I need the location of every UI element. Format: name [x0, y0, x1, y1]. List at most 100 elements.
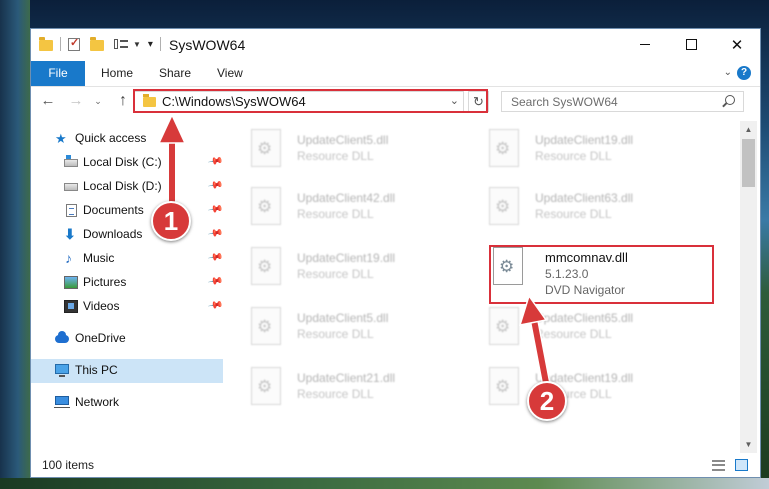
pin-icon[interactable]: 📌 — [207, 201, 224, 217]
toolbar-separator — [159, 37, 161, 51]
sidebar-item-local-disk-c[interactable]: Local Disk (C:) 📌 — [31, 151, 223, 175]
sidebar-item-label: OneDrive — [75, 331, 126, 345]
recent-locations-button[interactable]: ⌄ — [89, 92, 107, 110]
close-icon: ✕ — [730, 36, 744, 54]
back-button[interactable]: ← — [39, 92, 57, 110]
search-icon[interactable] — [725, 95, 735, 105]
folder-icon[interactable] — [39, 36, 53, 51]
file-name: UpdateClient19.dll — [297, 251, 396, 265]
file-item[interactable]: UpdateClient42.dll Resource DLL — [225, 185, 455, 241]
customize-toolbar-icon[interactable]: ▾ — [148, 39, 153, 50]
dll-file-icon — [489, 307, 519, 345]
file-item[interactable]: UpdateClient65.dll Resource DLL — [463, 305, 693, 361]
pin-icon[interactable]: 📌 — [207, 249, 224, 265]
pin-icon[interactable]: 📌 — [207, 177, 224, 193]
file-item[interactable]: UpdateClient21.dll Resource DLL — [225, 365, 455, 421]
sidebar-item-local-disk-d[interactable]: Local Disk (D:) 📌 — [31, 175, 223, 199]
toolbar-separator — [60, 37, 61, 51]
pin-icon[interactable]: 📌 — [207, 273, 224, 289]
maximize-icon — [685, 39, 697, 50]
file-type: Resource DLL — [297, 387, 374, 401]
quick-access-toolbar: ▼ ▾ — [39, 36, 164, 51]
navigation-bar: ← → ⌄ ↑ C:\Windows\SysWOW64 ⌄ ↻ Search S… — [31, 87, 760, 117]
file-explorer-window: ▼ ▾ SysWOW64 ✕ File Home Share View ⌄ ? … — [30, 28, 761, 478]
sidebar-item-pictures[interactable]: Pictures 📌 — [31, 271, 223, 295]
search-placeholder: Search SysWOW64 — [511, 95, 618, 109]
sidebar-item-music[interactable]: ♪ Music 📌 — [31, 247, 223, 271]
sidebar-item-onedrive[interactable]: OneDrive — [31, 327, 223, 351]
desktop-background — [0, 0, 30, 489]
file-item[interactable]: UpdateClient63.dll Resource DLL — [463, 185, 693, 241]
file-item[interactable]: UpdateClient19.dll Resource DLL — [463, 365, 693, 421]
file-item[interactable]: UpdateClient19.dll Resource DLL — [225, 245, 455, 301]
file-name: UpdateClient65.dll — [535, 311, 634, 325]
search-input[interactable]: Search SysWOW64 — [501, 91, 744, 112]
dll-file-icon — [251, 307, 281, 345]
sidebar-item-label: Network — [75, 395, 120, 409]
step-badge-1: 1 — [151, 201, 191, 241]
downloads-icon: ⬇ — [64, 226, 76, 242]
expand-ribbon-icon[interactable]: ⌄ — [724, 67, 732, 78]
scroll-up-icon[interactable]: ▲ — [740, 121, 757, 138]
navigation-pane: ★ Quick access Local Disk (C:) 📌 Local D… — [31, 121, 223, 453]
file-item[interactable]: UpdateClient5.dll Resource DLL — [225, 127, 455, 183]
sidebar-item-label: Music — [83, 251, 115, 265]
window-title: SysWOW64 — [169, 37, 246, 53]
tab-share[interactable]: Share — [147, 61, 203, 86]
view-layout-icon[interactable] — [114, 38, 128, 50]
tab-home[interactable]: Home — [89, 61, 145, 86]
tab-file[interactable]: File — [31, 61, 85, 86]
sidebar-item-label: Pictures — [83, 275, 127, 289]
sidebar-item-label: Videos — [83, 299, 120, 313]
details-view-icon[interactable] — [712, 460, 725, 471]
file-type: Resource DLL — [535, 327, 612, 341]
new-folder-icon[interactable] — [90, 36, 104, 51]
pin-icon[interactable]: 📌 — [207, 297, 224, 313]
forward-button[interactable]: → — [67, 92, 85, 110]
desktop-background-bottom — [0, 478, 769, 489]
dll-file-icon — [251, 187, 281, 225]
file-item[interactable]: UpdateClient5.dll Resource DLL — [225, 305, 455, 361]
file-name: UpdateClient5.dll — [297, 133, 389, 147]
dll-file-icon — [489, 129, 519, 167]
vertical-scrollbar[interactable]: ▲ ▼ — [740, 121, 757, 453]
scroll-down-icon[interactable]: ▼ — [740, 436, 757, 453]
documents-icon — [66, 204, 77, 217]
address-path[interactable]: C:\Windows\SysWOW64 — [162, 94, 306, 109]
pin-icon[interactable]: 📌 — [207, 225, 224, 241]
file-type: Resource DLL — [297, 327, 374, 341]
file-name: UpdateClient5.dll — [297, 311, 389, 325]
sidebar-item-quick-access[interactable]: ★ Quick access — [31, 127, 223, 151]
refresh-button[interactable]: ↻ — [468, 91, 489, 112]
sidebar-item-label: Documents — [83, 203, 144, 217]
tab-view[interactable]: View — [205, 61, 255, 86]
drive-c-icon — [64, 155, 78, 167]
sidebar-item-downloads[interactable]: ⬇ Downloads 📌 — [31, 223, 223, 247]
sidebar-item-videos[interactable]: Videos 📌 — [31, 295, 223, 319]
maximize-button[interactable] — [668, 29, 714, 60]
help-icon[interactable]: ? — [737, 66, 751, 80]
sidebar-item-network[interactable]: Network — [31, 391, 223, 415]
sidebar-item-label: Local Disk (C:) — [83, 155, 162, 169]
dll-file-icon — [251, 367, 281, 405]
sidebar-item-documents[interactable]: Documents 📌 — [31, 199, 223, 223]
file-item[interactable]: UpdateClient19.dll Resource DLL — [463, 127, 693, 183]
this-pc-icon — [55, 364, 69, 377]
sidebar-item-label: Local Disk (D:) — [83, 179, 162, 193]
chevron-down-icon[interactable]: ⌄ — [450, 94, 459, 107]
large-icons-view-icon[interactable] — [735, 459, 748, 471]
up-button[interactable]: ↑ — [114, 92, 132, 110]
scroll-thumb[interactable] — [742, 139, 755, 187]
videos-icon — [64, 300, 78, 313]
properties-icon[interactable] — [68, 36, 80, 51]
star-icon: ★ — [55, 131, 67, 146]
close-button[interactable]: ✕ — [714, 29, 760, 60]
title-bar: ▼ ▾ SysWOW64 ✕ — [31, 29, 760, 61]
address-bar[interactable]: C:\Windows\SysWOW64 ⌄ — [134, 91, 464, 112]
pin-icon[interactable]: 📌 — [207, 153, 224, 169]
chevron-down-icon[interactable]: ▼ — [133, 40, 141, 49]
minimize-button[interactable] — [622, 29, 668, 60]
sidebar-item-this-pc[interactable]: This PC — [31, 359, 223, 383]
status-bar: 100 items — [31, 453, 760, 477]
step-badge-2: 2 — [527, 381, 567, 421]
